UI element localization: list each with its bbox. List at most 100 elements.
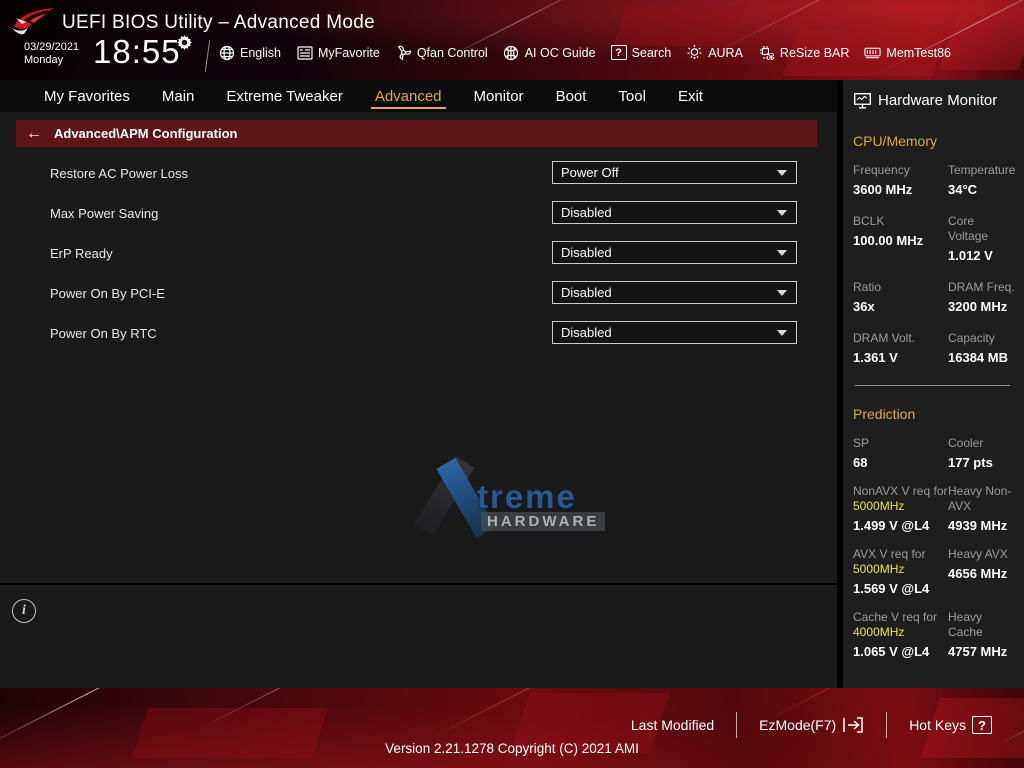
resize-bar-button[interactable]: ReSize BAR xyxy=(758,44,849,61)
chevron-down-icon xyxy=(777,250,787,256)
watermark-text: treme xyxy=(477,478,577,516)
myfavorite-icon xyxy=(296,44,313,61)
chevron-down-icon xyxy=(777,210,787,216)
quick-item-label: MemTest86 xyxy=(886,46,951,60)
app-title: UEFI BIOS Utility – Advanced Mode xyxy=(62,12,375,34)
readout-heavy-nonavx: Heavy Non-AVX4939 MHz xyxy=(948,484,1016,533)
tab-extreme-tweaker[interactable]: Extreme Tweaker xyxy=(210,80,358,112)
aura-button[interactable]: AURA xyxy=(686,44,743,61)
time-settings-gear-icon[interactable] xyxy=(177,35,192,50)
question-icon: ? xyxy=(972,716,992,734)
monitor-icon xyxy=(853,92,872,109)
myfavorite-button[interactable]: MyFavorite xyxy=(296,44,380,61)
tab-exit[interactable]: Exit xyxy=(662,80,719,112)
watermark-subtext: HARDWARE xyxy=(481,512,605,531)
sidebar-divider xyxy=(855,385,1010,386)
help-info-panel: i xyxy=(0,585,837,688)
setting-row: Power On By PCI-E Disabled xyxy=(0,281,837,321)
cpu-memory-section-title: CPU/Memory xyxy=(853,133,1016,149)
xtreme-hardware-watermark: treme HARDWARE xyxy=(425,460,625,536)
resize-bar-icon xyxy=(758,44,775,61)
cpu-memory-readouts: Frequency3600 MHz Temperature34°C BCLK10… xyxy=(853,163,1016,365)
readout-heavy-avx: Heavy AVX4656 MHz xyxy=(948,547,1016,596)
header-divider xyxy=(205,40,210,72)
breadcrumb-path: Advanced\APM Configuration xyxy=(54,126,237,141)
readout-nonavx-vreq: NonAVX V req for 5000MHz 1.499 V @L4 xyxy=(853,484,948,533)
memtest86-button[interactable]: MemTest86 xyxy=(864,44,951,61)
aura-icon xyxy=(686,44,703,61)
hardware-monitor-title: Hardware Monitor xyxy=(878,92,997,109)
tab-main[interactable]: Main xyxy=(146,80,211,112)
search-button[interactable]: ? Search xyxy=(611,45,672,60)
max-power-saving-dropdown[interactable]: Disabled xyxy=(552,201,797,224)
readout-sp: SP68 xyxy=(853,436,948,470)
hot-keys-label: Hot Keys xyxy=(909,717,966,733)
tab-boot[interactable]: Boot xyxy=(540,80,603,112)
tab-tool[interactable]: Tool xyxy=(602,80,662,112)
memtest-icon xyxy=(864,44,881,61)
tab-advanced[interactable]: Advanced xyxy=(359,80,458,112)
chevron-down-icon xyxy=(777,330,787,336)
ezmode-button[interactable]: EzMode(F7) xyxy=(737,717,886,733)
chevron-down-icon xyxy=(777,170,787,176)
setting-label: Power On By PCI-E xyxy=(50,286,552,301)
readout-bclk: BCLK100.00 MHz xyxy=(853,214,948,263)
quick-item-label: AI OC Guide xyxy=(525,46,596,60)
restore-ac-power-loss-dropdown[interactable]: Power Off xyxy=(552,161,797,184)
readout-ratio: Ratio36x xyxy=(853,280,948,314)
readout-core-voltage: Core Voltage1.012 V xyxy=(948,214,1016,263)
language-button[interactable]: English xyxy=(218,44,281,61)
quick-item-label: MyFavorite xyxy=(318,46,380,60)
last-modified-button[interactable]: Last Modified xyxy=(609,717,736,733)
globe-icon xyxy=(218,44,235,61)
readout-heavy-cache: Heavy Cache4757 MHz xyxy=(948,610,1016,659)
ezmode-exit-icon xyxy=(842,717,864,733)
quick-access-row: English MyFavorite Qfan Control AI OC Gu… xyxy=(218,44,951,61)
tab-my-favorites[interactable]: My Favorites xyxy=(28,80,146,112)
setting-row: ErP Ready Disabled xyxy=(0,241,837,281)
setting-row: Power On By RTC Disabled xyxy=(0,321,837,361)
power-on-by-rtc-dropdown[interactable]: Disabled xyxy=(552,321,797,344)
hot-keys-button[interactable]: Hot Keys ? xyxy=(887,716,1014,734)
footer-links: Last Modified EzMode(F7) Hot Keys ? xyxy=(609,712,1014,738)
readout-temperature: Temperature34°C xyxy=(948,163,1016,197)
prediction-section-title: Prediction xyxy=(853,406,1016,422)
quick-item-label: AURA xyxy=(708,46,743,60)
bios-screen: UEFI BIOS Utility – Advanced Mode 03/29/… xyxy=(0,0,1024,768)
dropdown-value: Disabled xyxy=(561,245,777,260)
dropdown-value: Disabled xyxy=(561,325,777,340)
readout-capacity: Capacity16384 MB xyxy=(948,331,1016,365)
info-icon: i xyxy=(12,599,36,623)
tab-monitor[interactable]: Monitor xyxy=(458,80,540,112)
rog-logo xyxy=(10,4,58,38)
top-banner: UEFI BIOS Utility – Advanced Mode 03/29/… xyxy=(0,0,1024,80)
setting-label: Restore AC Power Loss xyxy=(50,166,552,181)
setting-label: ErP Ready xyxy=(50,246,552,261)
ai-oc-icon xyxy=(503,44,520,61)
setting-label: Power On By RTC xyxy=(50,326,552,341)
back-arrow-icon[interactable]: ← xyxy=(26,125,42,143)
hardware-monitor-header: Hardware Monitor xyxy=(853,92,1016,109)
readout-avx-vreq: AVX V req for 5000MHz 1.569 V @L4 xyxy=(853,547,948,596)
ai-oc-guide-button[interactable]: AI OC Guide xyxy=(503,44,596,61)
qfan-control-button[interactable]: Qfan Control xyxy=(395,44,488,61)
quick-item-label: English xyxy=(240,46,281,60)
quick-item-label: Search xyxy=(632,46,672,60)
dropdown-value: Disabled xyxy=(561,285,777,300)
last-modified-label: Last Modified xyxy=(631,717,714,733)
readout-frequency: Frequency3600 MHz xyxy=(853,163,948,197)
setting-label: Max Power Saving xyxy=(50,206,552,221)
settings-list: Restore AC Power Loss Power Off Max Powe… xyxy=(0,161,837,361)
quick-item-label: Qfan Control xyxy=(417,46,488,60)
setting-row: Restore AC Power Loss Power Off xyxy=(0,161,837,201)
readout-dram-freq: DRAM Freq.3200 MHz xyxy=(948,280,1016,314)
chevron-down-icon xyxy=(777,290,787,296)
prediction-readouts: SP68 Cooler177 pts NonAVX V req for 5000… xyxy=(853,436,1016,659)
dropdown-value: Power Off xyxy=(561,165,777,180)
breadcrumb[interactable]: ← Advanced\APM Configuration xyxy=(16,120,817,147)
power-on-by-pcie-dropdown[interactable]: Disabled xyxy=(552,281,797,304)
search-icon: ? xyxy=(611,45,627,60)
qfan-icon xyxy=(395,44,412,61)
readout-dram-volt: DRAM Volt.1.361 V xyxy=(853,331,948,365)
erp-ready-dropdown[interactable]: Disabled xyxy=(552,241,797,264)
